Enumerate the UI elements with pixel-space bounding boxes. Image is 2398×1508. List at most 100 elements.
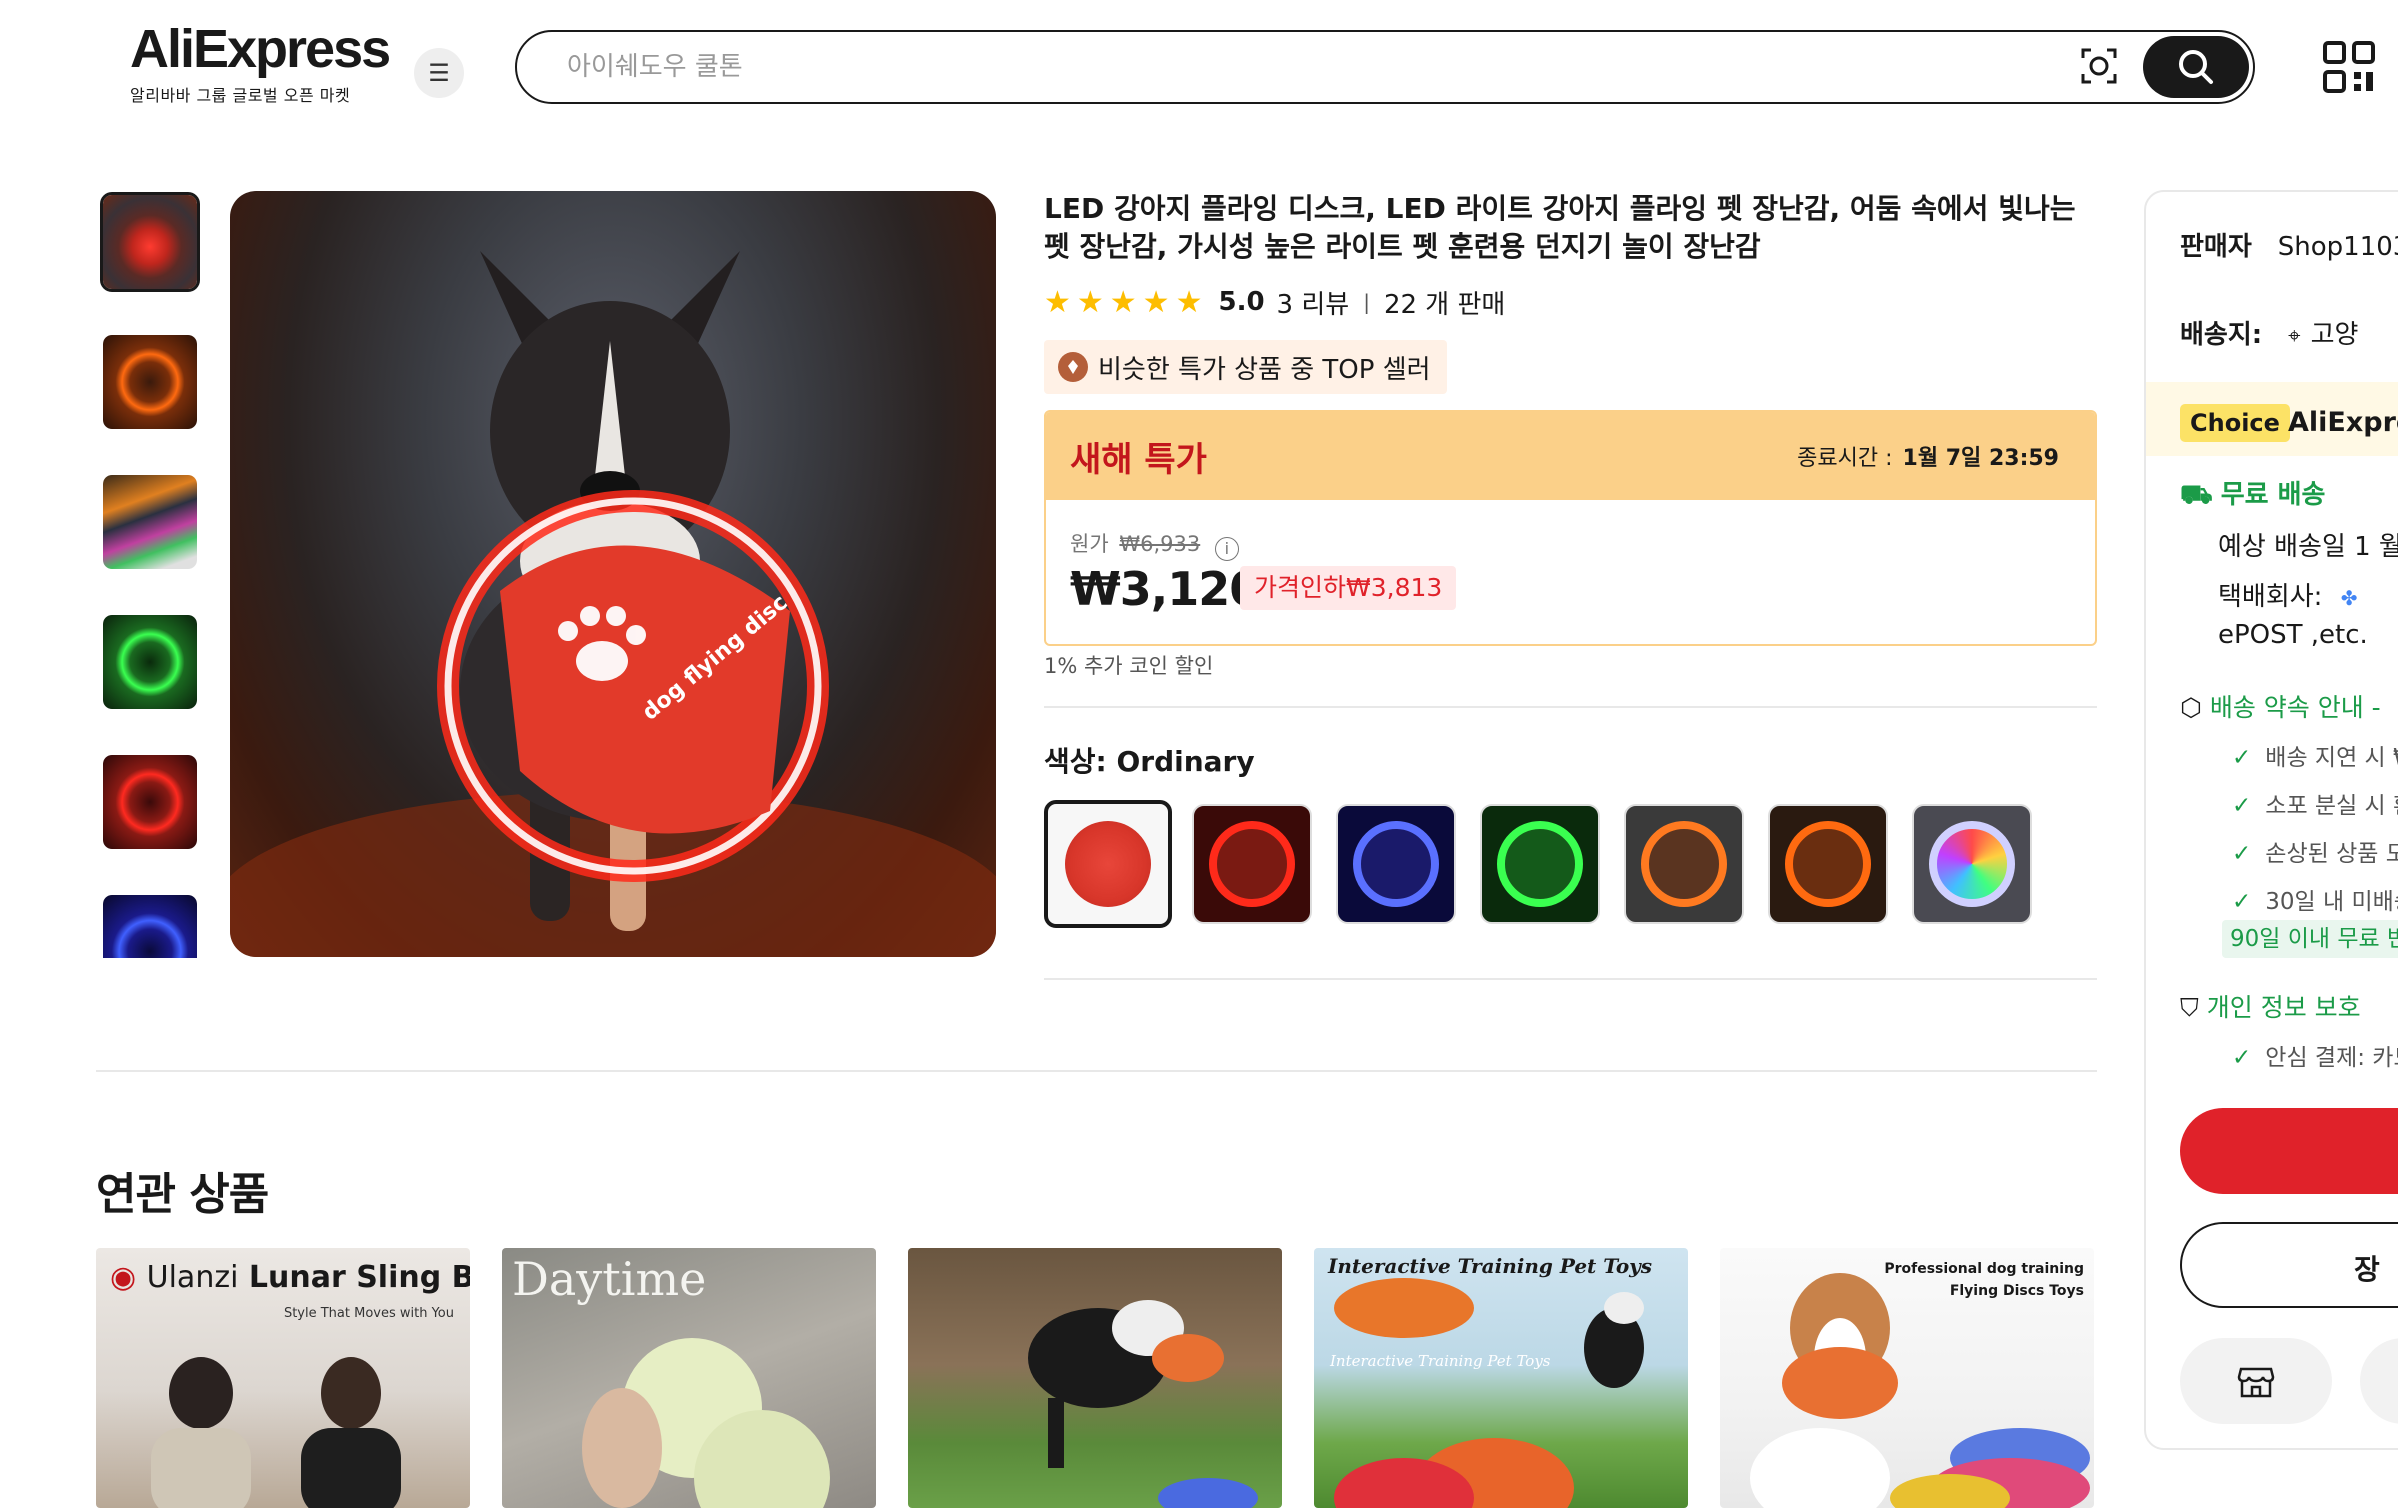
glow-balls-illustration [582, 1338, 830, 1508]
ship-to-row[interactable]: 배송지: ⌖ 고양 [2180, 314, 2358, 351]
color-option-green[interactable] [1480, 804, 1600, 924]
swatch-ring [1353, 821, 1439, 907]
hamburger-icon: ☰ [428, 59, 450, 87]
delivery-promise-row[interactable]: ⬡ 배송 약속 안내 - [2180, 688, 2381, 724]
thumbnail-4[interactable] [100, 612, 200, 712]
dog-catching-illustration [1028, 1300, 1258, 1508]
swatch-disc [1065, 821, 1151, 907]
location-pin-icon: ⌖ [2288, 324, 2301, 349]
aliexpress-logo[interactable]: AliExpress 알리바바 그룹 글로벌 오픈 마켓 [130, 19, 391, 106]
product-title: LED 강아지 플라잉 디스크, LED 라이트 강아지 플라잉 펫 장난감, … [1044, 192, 2076, 263]
box-icon: ⬡ [2180, 693, 2202, 722]
people-illustration [151, 1357, 401, 1508]
thumbnail-3[interactable] [100, 472, 200, 572]
divider [1044, 706, 2097, 708]
swatch-ring [1497, 821, 1583, 907]
ship-to-value: 고양 [2310, 320, 2359, 350]
deal-end-value: 1월 7일 23:59 [1902, 446, 2059, 471]
color-option-orange-2[interactable] [1768, 804, 1888, 924]
check-icon: ✓ [2232, 841, 2252, 867]
related-products-list: ◉ Ulanzi Lunar Sling Bag Style That Move… [96, 1248, 2126, 1508]
related-product-card[interactable] [908, 1248, 1282, 1508]
thumbnail-1[interactable] [100, 192, 200, 292]
store-button[interactable] [2180, 1338, 2332, 1424]
logo-wordmark: AliExpress [130, 19, 391, 79]
choice-tag: Choice [2180, 404, 2290, 442]
swatch-ring [1209, 821, 1295, 907]
rating-row: ★★★★★ 5.0 3 리뷰 | 22 개 판매 [1044, 284, 1505, 320]
swatch-ring [1641, 821, 1727, 907]
info-icon[interactable]: i [1214, 537, 1239, 561]
color-option-ordinary[interactable] [1044, 800, 1172, 928]
courier-row: 택배회사: ✤ [2218, 576, 2357, 613]
card-title: Lunar Sling Bag [248, 1260, 470, 1295]
ship-to-label: 배송지: [2180, 320, 2263, 350]
thumbnail-6[interactable] [100, 892, 200, 958]
seller-row: 판매자 Shop1103 [2180, 226, 2398, 263]
color-option-orange-1[interactable] [1624, 804, 1744, 924]
color-label: 색상: Ordinary [1044, 745, 1255, 778]
store-icon [2237, 1367, 2275, 1398]
thumbnail-2[interactable] [100, 332, 200, 432]
free-shipping-row[interactable]: ⛟ 무료 배송 [2180, 474, 2325, 514]
shield-icon: ⛉ [2180, 993, 2199, 1022]
thumbnail-5[interactable] [100, 752, 200, 852]
review-count-link[interactable]: 3 리뷰 [1277, 284, 1350, 321]
original-price-value: ₩6,933 [1119, 532, 1201, 556]
image-search-icon[interactable] [2079, 46, 2119, 86]
deal-header: 새해 특가 종료시간 : 1월 7일 23:59 [1046, 412, 2095, 500]
free-shipping-text: 무료 배송 [2220, 480, 2326, 510]
qr-code-icon[interactable] [2322, 40, 2376, 94]
related-product-card[interactable]: ◉ Ulanzi Lunar Sling Bag Style That Move… [96, 1248, 470, 1508]
dog-frisbee-illustration: dog flying disc [230, 251, 996, 957]
search-button[interactable] [2143, 36, 2249, 98]
privacy-text: 안심 결제: 카드 [2265, 1045, 2398, 1071]
deal-end-label: 종료시간 : [1797, 446, 1893, 471]
deal-end-time: 종료시간 : 1월 7일 23:59 [1797, 440, 2059, 472]
training-toys-illustration [1334, 1278, 1644, 1508]
related-product-card[interactable]: Interactive Training Pet Toys Interactiv… [1314, 1248, 1688, 1508]
promise-item: ✓ 배송 지연 시 ₩1 [2232, 738, 2398, 772]
sold-count: 22 개 판매 [1383, 289, 1506, 320]
color-option-red[interactable] [1192, 804, 1312, 924]
coin-discount-note: 1% 추가 코인 할인 [1044, 654, 1214, 678]
promise-text: 소포 분실 시 환 [2265, 793, 2398, 819]
seller-label: 판매자 [2180, 232, 2252, 262]
check-icon: ✓ [2232, 1045, 2252, 1071]
color-option-blue[interactable] [1336, 804, 1456, 924]
menu-button[interactable]: ☰ [414, 48, 464, 98]
original-price-label: 원가 [1070, 532, 1109, 556]
promise-text: 30일 내 미배송 [2265, 889, 2398, 915]
check-icon: ✓ [2232, 889, 2252, 915]
courier-more: ePOST ,etc. [2218, 620, 2368, 650]
promise-item: ✓ 30일 내 미배송 [2232, 882, 2398, 916]
related-product-card[interactable]: Professional dog training Flying Discs T… [1720, 1248, 2094, 1508]
top-seller-badge[interactable]: 비슷한 특가 상품 중 TOP 셀러 [1044, 340, 1447, 394]
separator: | [1363, 290, 1370, 314]
privacy-row[interactable]: ⛉ 개인 정보 보호 [2180, 988, 2361, 1024]
color-option-multicolor[interactable] [1912, 804, 2032, 924]
divider [1044, 978, 2097, 980]
deal-name: 새해 특가 [1070, 439, 1207, 480]
truck-icon: ⛟ [2180, 480, 2213, 510]
purchase-panel: 판매자 Shop1103 배송지: ⌖ 고양 Choice AliExpre ⛟무료 … [2144, 190, 2398, 1450]
related-products-title: 연관 상품 [96, 1169, 269, 1220]
card-brand: Ulanzi [146, 1260, 239, 1295]
search-input[interactable] [565, 32, 1965, 102]
related-product-card[interactable]: Daytime [502, 1248, 876, 1508]
estimated-delivery: 예상 배송일 1 월 [2218, 532, 2398, 562]
thumbnail-list [96, 192, 204, 958]
add-to-cart-label: 장 [2354, 1253, 2380, 1286]
promise-title: 배송 약속 안내 - [2209, 693, 2381, 722]
color-swatches [1044, 800, 2056, 928]
courier-label: 택배회사: [2218, 582, 2323, 612]
add-to-cart-button[interactable]: 장 [2180, 1222, 2398, 1308]
privacy-title: 개인 정보 보호 [2206, 993, 2361, 1022]
share-button[interactable] [2360, 1338, 2398, 1424]
check-icon: ✓ [2232, 745, 2252, 771]
main-product-image[interactable]: dog flying disc [230, 191, 996, 957]
star-rating-icon: ★★★★★ [1044, 284, 1209, 320]
seller-name-link[interactable]: Shop1103 [2278, 232, 2398, 262]
buy-now-button[interactable] [2180, 1108, 2398, 1194]
section-divider [96, 1070, 2097, 1072]
